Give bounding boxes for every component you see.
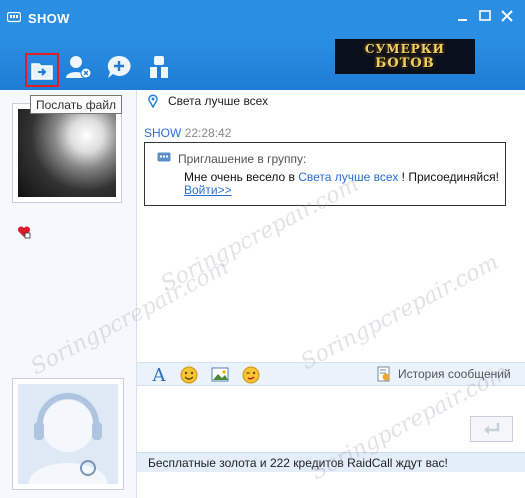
title-bar: SHOW <box>0 0 525 38</box>
invite-text-before: Мне очень весело в <box>184 170 299 184</box>
invite-text: Мне очень весело в Света лучше всех ! Пр… <box>184 170 499 184</box>
location-pin-icon <box>148 94 158 108</box>
image-icon <box>211 367 229 382</box>
history-icon[interactable] <box>377 366 391 382</box>
message-header: SHOW 22:28:42 <box>144 126 231 140</box>
channel-bar: Света лучше всех <box>137 90 525 112</box>
funny-emoticon-button[interactable] <box>241 365 261 385</box>
send-button[interactable] <box>470 416 513 442</box>
gift-icon <box>150 56 168 78</box>
invite-text-after: ! Присоединяйся! <box>398 170 499 184</box>
banner-line1: СУМЕРКИ <box>365 42 445 56</box>
promo-bar[interactable]: Бесплатные золота и 222 кредитов RaidCal… <box>137 452 525 472</box>
minimize-icon[interactable] <box>455 8 471 24</box>
banner-line2: БОТОВ <box>375 56 435 71</box>
message-sender[interactable]: SHOW <box>144 126 181 140</box>
chat-area: SHOW 22:28:42 Приглашение в группу: Мне … <box>137 112 525 362</box>
channel-avatar-image <box>18 109 116 197</box>
ad-banner[interactable]: СУМЕРКИ БОТОВ <box>335 39 475 74</box>
add-chat-button[interactable] <box>104 52 134 82</box>
raidcall-logo-icon <box>7 12 21 23</box>
message-bubble-icon <box>157 152 171 162</box>
message-input[interactable] <box>137 386 525 452</box>
font-icon[interactable]: A <box>149 365 169 386</box>
emoticon-button[interactable] <box>179 365 199 385</box>
channel-avatar[interactable] <box>12 103 122 203</box>
maximize-icon[interactable] <box>477 8 493 24</box>
input-toolbar: A История сообщений <box>137 362 525 386</box>
smiley-icon <box>180 366 198 384</box>
message-time: 22:28:42 <box>184 126 232 140</box>
send-file-icon <box>31 63 53 80</box>
history-button[interactable]: История сообщений <box>398 367 511 381</box>
add-contact-icon <box>66 56 92 79</box>
promo-text[interactable]: Бесплатные золота и 222 кредитов RaidCal… <box>148 456 448 470</box>
heart-icon[interactable] <box>17 225 31 239</box>
invite-title: Приглашение в группу: <box>178 152 307 166</box>
send-file-tooltip: Послать файл <box>30 95 123 114</box>
window-title: SHOW <box>28 11 70 26</box>
wink-smiley-icon <box>242 366 260 384</box>
gift-button[interactable] <box>144 52 174 82</box>
invite-join-link[interactable]: Войти>> <box>184 183 232 197</box>
left-panel <box>0 90 137 498</box>
send-image-button[interactable] <box>210 365 230 385</box>
toolbar: СУМЕРКИ БОТОВ <box>0 38 525 90</box>
user-avatar[interactable] <box>12 378 124 490</box>
invite-group-link[interactable]: Света лучше всех <box>298 170 398 184</box>
enter-arrow-icon <box>483 423 499 435</box>
add-friend-button[interactable] <box>64 52 94 82</box>
channel-name[interactable]: Света лучше всех <box>168 94 268 108</box>
chat-plus-icon <box>107 55 131 78</box>
default-avatar-icon <box>18 384 118 484</box>
close-icon[interactable] <box>499 8 515 24</box>
group-invite-card: Приглашение в группу: Мне очень весело в… <box>144 142 506 206</box>
send-file-button[interactable] <box>25 53 59 87</box>
footer-spacer <box>137 472 525 498</box>
